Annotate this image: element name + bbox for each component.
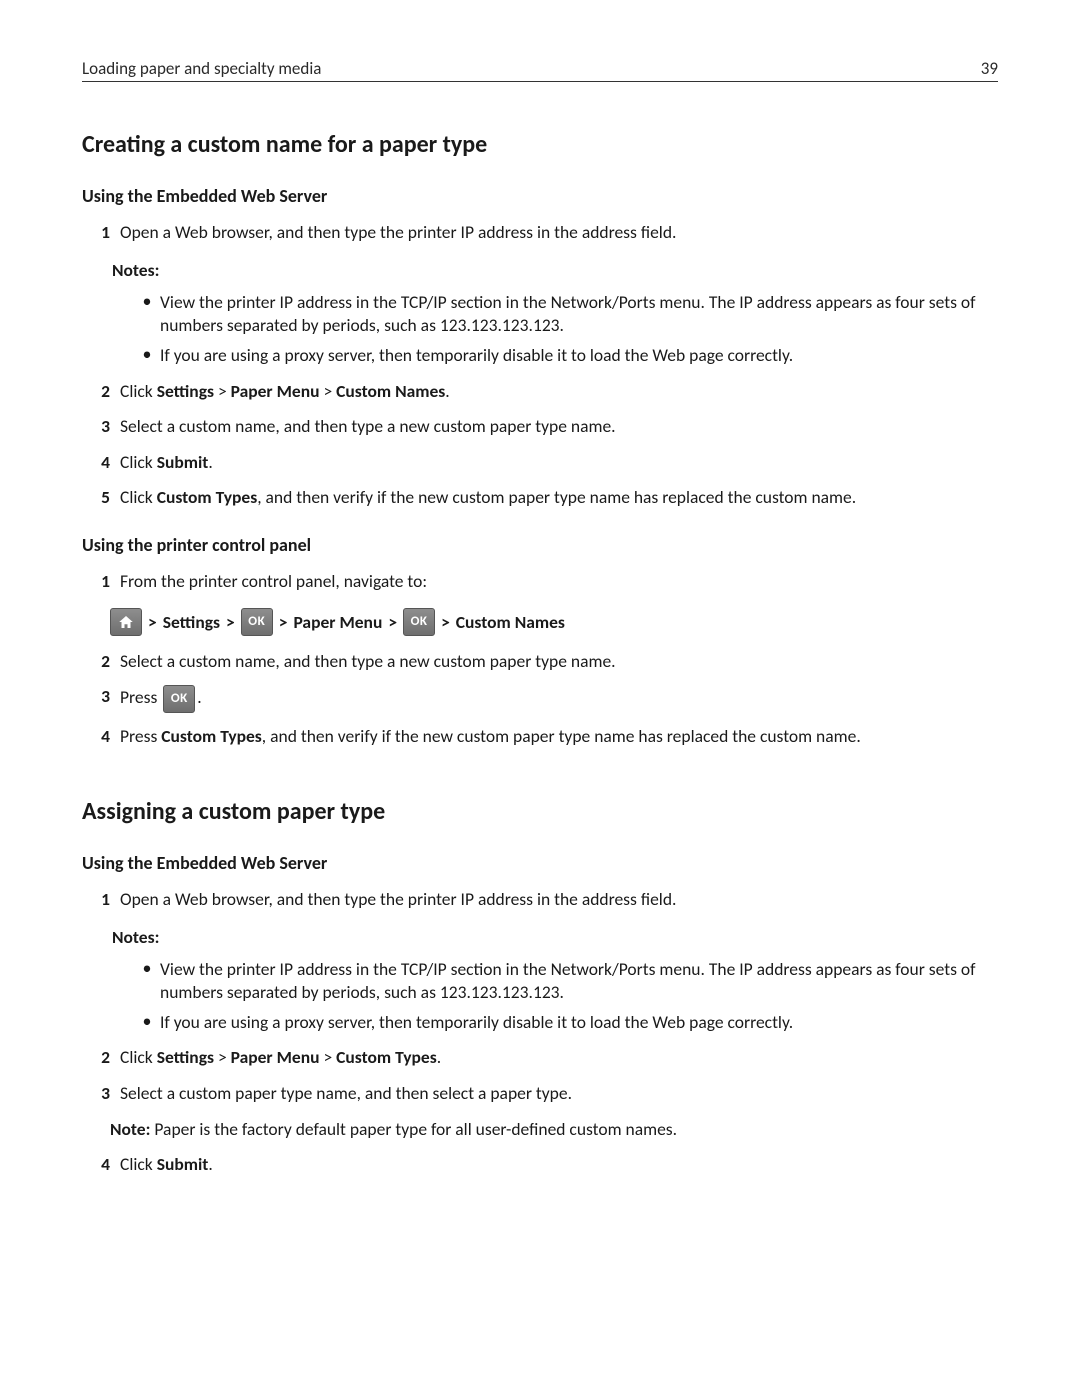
step-row: 3 Press OK. — [82, 685, 998, 713]
step-text: Press OK. — [120, 685, 998, 713]
ok-icon: OK — [241, 608, 273, 636]
step-text: Click Submit. — [120, 451, 998, 475]
header-divider — [82, 81, 998, 82]
nav-sep: > — [226, 611, 235, 633]
step-number: 4 — [82, 451, 120, 475]
step-text: Click Settings > Paper Menu > Custom Nam… — [120, 380, 998, 404]
step-text: Select a custom paper type name, and the… — [120, 1082, 998, 1106]
page-number: 39 — [981, 58, 998, 79]
step-number: 1 — [82, 570, 120, 594]
step-row: 4 Click Submit. — [82, 1153, 998, 1177]
nav-sep: > — [441, 611, 450, 633]
step-row: 3 Select a custom name, and then type a … — [82, 415, 998, 439]
step-text: Click Submit. — [120, 1153, 998, 1177]
bullet-icon: • — [134, 344, 160, 368]
step-row: 3 Select a custom paper type name, and t… — [82, 1082, 998, 1106]
inline-note: Note: Paper is the factory default paper… — [110, 1118, 998, 1142]
nav-label-paper-menu: Paper Menu — [293, 611, 382, 633]
step-row: 1 From the printer control panel, naviga… — [82, 570, 998, 594]
step-number: 1 — [82, 221, 120, 245]
subheading-ews-2: Using the Embedded Web Server — [82, 852, 998, 874]
step-row: 4 Press Custom Types, and then verify if… — [82, 725, 998, 749]
nav-sep: > — [388, 611, 397, 633]
notes-label: Notes: — [112, 259, 998, 281]
ok-icon: OK — [403, 608, 435, 636]
step-row: 1 Open a Web browser, and then type the … — [82, 221, 998, 245]
subheading-panel-1: Using the printer control panel — [82, 534, 998, 556]
bullet-text: View the printer IP address in the TCP/I… — [160, 291, 998, 338]
step-number: 4 — [82, 1153, 120, 1177]
bullet-row: • If you are using a proxy server, then … — [134, 1011, 998, 1035]
step-number: 2 — [82, 380, 120, 404]
step-text: Press Custom Types, and then verify if t… — [120, 725, 998, 749]
step-number: 2 — [82, 650, 120, 674]
bullet-text: If you are using a proxy server, then te… — [160, 344, 998, 368]
step-row: 2 Click Settings > Paper Menu > Custom T… — [82, 1046, 998, 1070]
bullet-text: If you are using a proxy server, then te… — [160, 1011, 998, 1035]
subheading-ews-1: Using the Embedded Web Server — [82, 185, 998, 207]
bullet-text: View the printer IP address in the TCP/I… — [160, 958, 998, 1005]
home-icon — [110, 608, 142, 636]
nav-path: > Settings > OK > Paper Menu > OK > Cust… — [110, 608, 998, 636]
step-row: 2 Select a custom name, and then type a … — [82, 650, 998, 674]
step-number: 1 — [82, 888, 120, 912]
step-text: From the printer control panel, navigate… — [120, 570, 998, 594]
bullet-row: • View the printer IP address in the TCP… — [134, 291, 998, 338]
step-text: Open a Web browser, and then type the pr… — [120, 221, 998, 245]
step-number: 3 — [82, 685, 120, 713]
step-row: 5 Click Custom Types, and then verify if… — [82, 486, 998, 510]
bullet-icon: • — [134, 958, 160, 1005]
bullet-row: • View the printer IP address in the TCP… — [134, 958, 998, 1005]
step-text: Click Settings > Paper Menu > Custom Typ… — [120, 1046, 998, 1070]
step-number: 4 — [82, 725, 120, 749]
header-title: Loading paper and specialty media — [82, 58, 321, 79]
step-text: Click Custom Types, and then verify if t… — [120, 486, 998, 510]
bullet-row: • If you are using a proxy server, then … — [134, 344, 998, 368]
bullet-icon: • — [134, 291, 160, 338]
nav-label-custom-names: Custom Names — [456, 611, 565, 633]
step-text: Select a custom name, and then type a ne… — [120, 415, 998, 439]
notes-label: Notes: — [112, 926, 998, 948]
step-row: 1 Open a Web browser, and then type the … — [82, 888, 998, 912]
section-heading-creating: Creating a custom name for a paper type — [82, 130, 998, 159]
step-text: Open a Web browser, and then type the pr… — [120, 888, 998, 912]
step-text: Select a custom name, and then type a ne… — [120, 650, 998, 674]
page-header: Loading paper and specialty media 39 — [82, 58, 998, 79]
step-row: 2 Click Settings > Paper Menu > Custom N… — [82, 380, 998, 404]
nav-label-settings: Settings — [163, 611, 220, 633]
step-number: 2 — [82, 1046, 120, 1070]
step-number: 3 — [82, 1082, 120, 1106]
ok-icon: OK — [163, 685, 195, 713]
step-number: 5 — [82, 486, 120, 510]
bullet-icon: • — [134, 1011, 160, 1035]
nav-sep: > — [279, 611, 288, 633]
step-row: 4 Click Submit. — [82, 451, 998, 475]
section-heading-assigning: Assigning a custom paper type — [82, 797, 998, 826]
step-number: 3 — [82, 415, 120, 439]
nav-sep: > — [148, 611, 157, 633]
